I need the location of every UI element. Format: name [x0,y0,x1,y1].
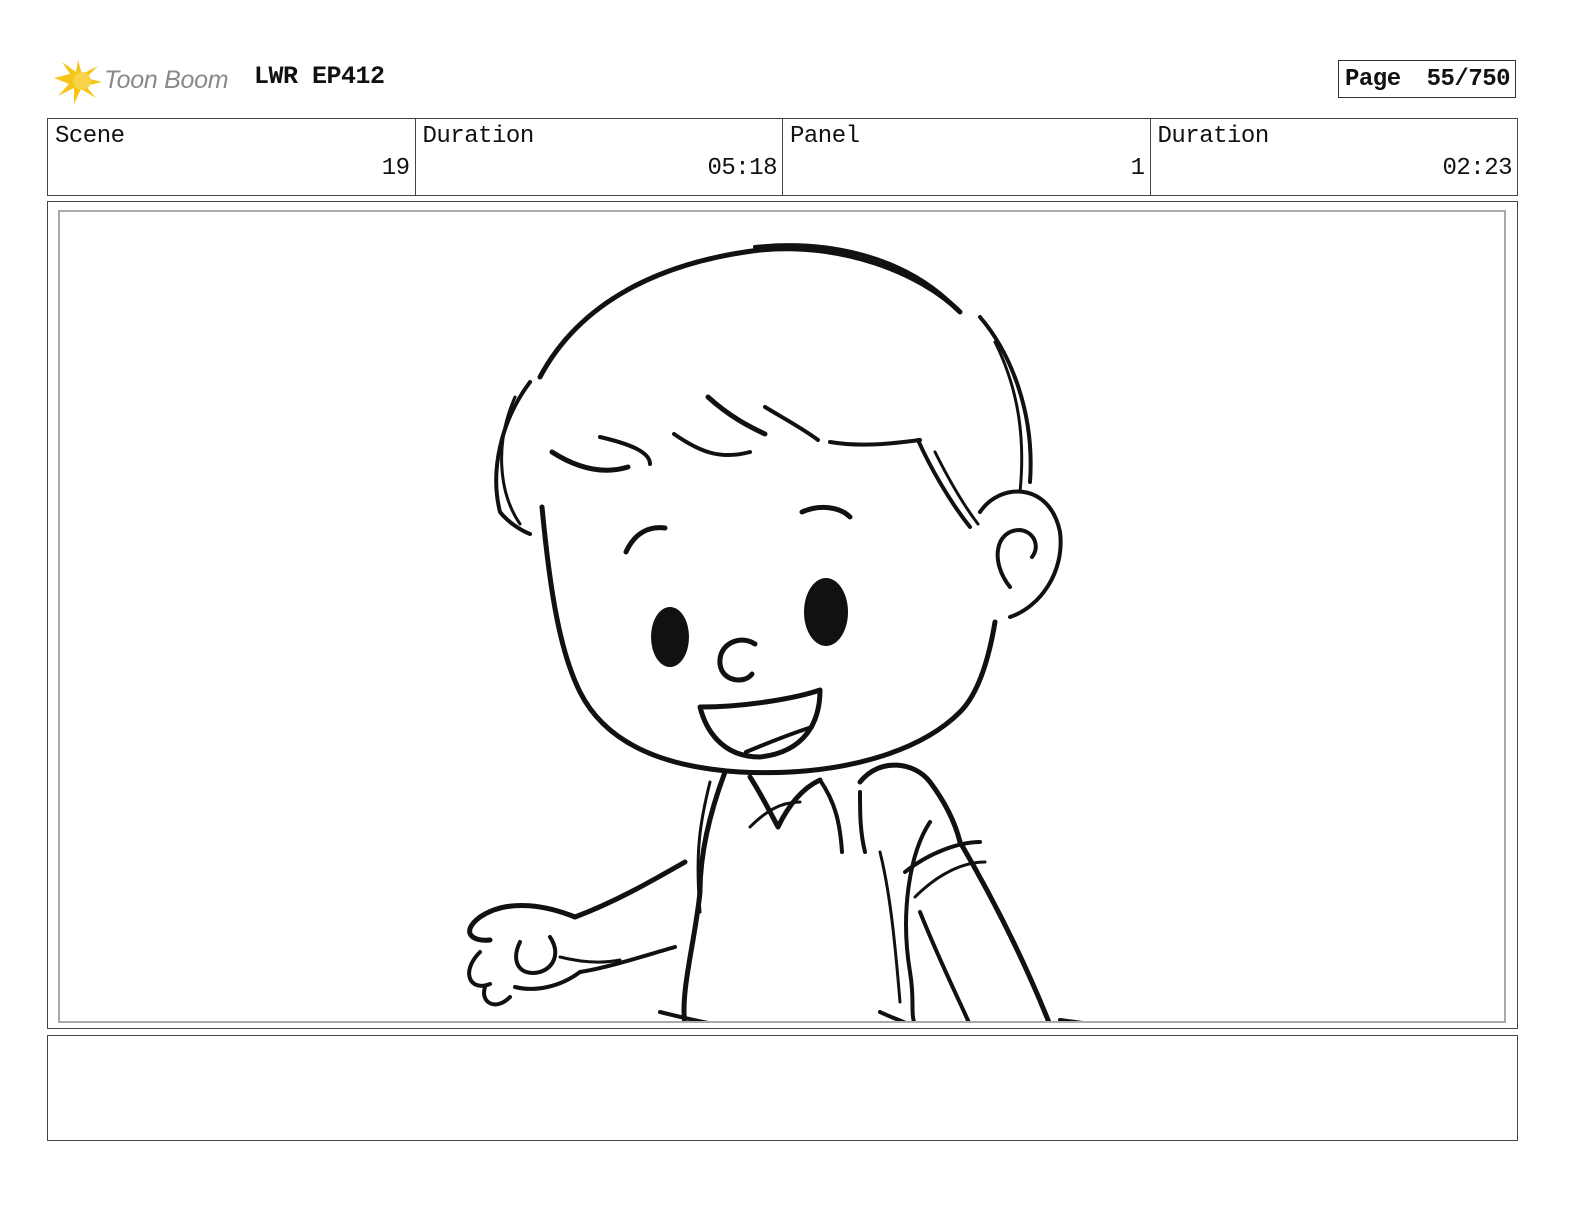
scene-label: Scene [55,123,125,150]
panel-duration-label: Duration [1157,123,1270,150]
page-number: 55/750 [1426,65,1511,93]
logo-text: Toon Boom [104,66,229,94]
page-indicator: Page 55/750 [1338,60,1516,98]
scene-duration-value: 05:18 [707,155,777,182]
panel-safe-area [58,210,1506,1023]
panel-notes-box [47,1035,1518,1141]
storyboard-panel [47,201,1518,1029]
scene-cell: Scene 19 [48,119,416,195]
scene-duration-cell: Duration 05:18 [416,119,783,195]
project-title: LWR EP412 [254,62,385,91]
starburst-icon [54,60,102,104]
boy-sketch-drawing [467,243,1083,1021]
panel-info-row: Scene 19 Duration 05:18 Panel 1 Duration… [47,118,1518,196]
page-label: Page [1345,65,1401,93]
toon-boom-logo: Toon Boom [52,56,242,106]
panel-label: Panel [790,123,860,150]
panel-duration-value: 02:23 [1442,155,1512,182]
scene-value: 19 [381,155,410,182]
panel-cell: Panel 1 [783,119,1151,195]
panel-duration-cell: Duration 02:23 [1151,119,1518,195]
scene-duration-label: Duration [422,123,535,150]
panel-value: 1 [1130,155,1145,182]
